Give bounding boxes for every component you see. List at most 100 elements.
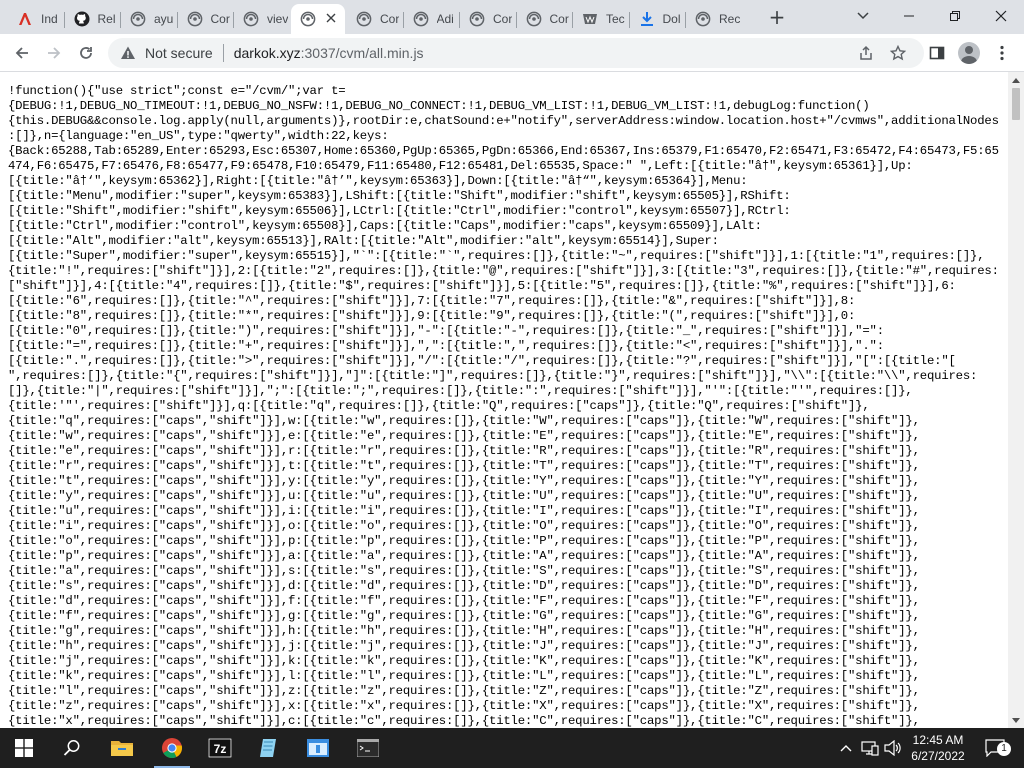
code-line: :[]},n={language:"en_US",type:"qwerty",w… xyxy=(8,129,389,143)
tab-title: Ind xyxy=(41,12,58,26)
code-line: {title:"x",requires:["caps","shift"]}],c… xyxy=(8,714,920,728)
reload-icon xyxy=(80,47,92,59)
code-line: [{title:"8",requires:[]},{title:"*",requ… xyxy=(8,309,856,323)
code-line: {title:"i",requires:["caps","shift"]}],o… xyxy=(8,519,920,533)
chrome-app[interactable] xyxy=(148,728,196,768)
code-line: {DEBUG:!1,DEBUG_NO_TIMEOUT:!1,DEBUG_NO_N… xyxy=(8,99,870,113)
browser-tab[interactable]: Rec xyxy=(686,4,741,34)
7zip-app[interactable]: 7z xyxy=(196,728,244,768)
network-button[interactable] xyxy=(858,728,882,768)
code-line: {Back:65288,Tab:65289,Enter:65293,Esc:65… xyxy=(8,144,999,158)
browser-tab[interactable]: Cor xyxy=(460,4,515,34)
url-text[interactable]: darkok.xyz:3037/cvm/all.min.js xyxy=(234,45,424,61)
browser-tab[interactable]: viev xyxy=(234,4,289,34)
browser-tab[interactable]: Ind xyxy=(8,4,63,34)
code-line: !function(){"use strict";const e="/cvm/"… xyxy=(8,84,346,98)
source-code: !function(){"use strict";const e="/cvm/"… xyxy=(8,84,1008,728)
browser-tab[interactable]: Cor xyxy=(178,4,233,34)
browser-tab[interactable]: Cor xyxy=(517,4,572,34)
back-arrow-icon xyxy=(15,47,28,59)
globe-icon xyxy=(243,11,259,27)
restore-icon xyxy=(950,11,960,21)
code-line: {title:"y",requires:["caps","shift"]}],u… xyxy=(8,489,920,503)
browser-tab[interactable]: Cor xyxy=(347,4,402,34)
code-line: [{title:"Menu",modifier:"super",keysym:6… xyxy=(8,189,791,203)
browser-tab[interactable]: Tec xyxy=(573,4,628,34)
tab-title: Rel xyxy=(97,12,116,26)
browser-tab[interactable]: Dol xyxy=(630,4,685,34)
globe-icon xyxy=(526,11,542,27)
new-tab-button[interactable]: + xyxy=(766,7,788,29)
share-button[interactable] xyxy=(858,45,874,61)
page-content: !function(){"use strict";const e="/cvm/"… xyxy=(0,72,1008,728)
bookmark-button[interactable] xyxy=(890,45,906,61)
taskbar-search-button[interactable] xyxy=(48,728,96,768)
tab-title: Adi xyxy=(436,12,454,26)
security-status-label[interactable]: Not secure xyxy=(145,45,213,61)
forward-button[interactable] xyxy=(40,39,68,67)
code-line: {title:"q",requires:["caps","shift"]}],w… xyxy=(8,414,920,428)
code-line: {title:"h",requires:["caps","shift"]}],j… xyxy=(8,639,920,653)
github-icon xyxy=(74,11,90,27)
scroll-thumb[interactable] xyxy=(1012,88,1020,120)
browser-tab[interactable]: ayu xyxy=(121,4,176,34)
tab-title: Tec xyxy=(606,12,625,26)
code-line: {title:"z",requires:["caps","shift"]}],x… xyxy=(8,699,920,713)
restore-button[interactable] xyxy=(932,3,978,29)
forward-arrow-icon xyxy=(48,47,61,59)
search-icon xyxy=(63,740,80,756)
window-app[interactable] xyxy=(294,728,342,768)
tab-title: Dol xyxy=(662,12,681,26)
close-tab-button[interactable] xyxy=(323,11,339,27)
code-line: {title:"!",requires:["shift"]}],2:[{titl… xyxy=(8,264,999,278)
close-icon xyxy=(326,13,336,23)
show-hidden-icons-button[interactable] xyxy=(836,728,856,768)
svg-text:7z: 7z xyxy=(214,742,227,756)
chrome-icon xyxy=(162,738,183,758)
warning-icon[interactable] xyxy=(120,45,136,61)
file-explorer-app[interactable] xyxy=(98,728,146,768)
start-button[interactable] xyxy=(0,728,48,768)
code-line: {title:"e",requires:["caps","shift"]}],r… xyxy=(8,444,920,458)
url-host: darkok.xyz xyxy=(233,45,301,61)
omnibox-divider xyxy=(222,44,224,62)
minimize-icon xyxy=(904,15,914,17)
browser-toolbar: Not secure darkok.xyz:3037/cvm/all.min.j… xyxy=(0,34,1024,72)
browser-tab[interactable] xyxy=(290,4,345,34)
terminal-app[interactable] xyxy=(344,728,392,768)
browser-tab[interactable]: Rel xyxy=(65,4,120,34)
globe-icon xyxy=(469,11,485,27)
triangle-up-icon xyxy=(1012,77,1020,83)
code-line: [{title:"Shift",modifier:"shift",keysym:… xyxy=(8,204,791,218)
scroll-up-button[interactable] xyxy=(1008,72,1024,88)
code-line: [{title:".",requires:[]},{title:">",requ… xyxy=(8,354,956,368)
side-panel-button[interactable] xyxy=(923,39,951,67)
tab-search-button[interactable] xyxy=(840,3,886,29)
address-bar[interactable]: Not secure darkok.xyz:3037/cvm/all.min.j… xyxy=(108,38,924,68)
code-line: {title:"f",requires:["caps","shift"]}],g… xyxy=(8,609,920,623)
clock-date: 6/27/2022 xyxy=(911,749,965,763)
profile-button[interactable] xyxy=(955,39,983,67)
window-app-icon xyxy=(307,739,329,757)
notifications-button[interactable]: 1 xyxy=(980,728,1011,768)
windows-logo-icon xyxy=(15,739,33,757)
reload-button[interactable] xyxy=(72,39,100,67)
back-button[interactable] xyxy=(8,39,36,67)
menu-button[interactable] xyxy=(988,39,1016,67)
browser-tab[interactable]: Adi xyxy=(404,4,459,34)
clock[interactable]: 12:45 AM 6/27/2022 xyxy=(900,732,976,764)
tab-title: Cor xyxy=(210,12,230,26)
code-line: {title:"w",requires:["caps","shift"]}],e… xyxy=(8,429,920,443)
tab-title: Rec xyxy=(719,12,741,26)
notepad-app[interactable] xyxy=(244,728,292,768)
code-line: {title:"l",requires:["caps","shift"]}],z… xyxy=(8,684,920,698)
scroll-down-button[interactable] xyxy=(1008,712,1024,728)
code-line: {title:'"',requires:["shift"]}],q:[{titl… xyxy=(8,399,870,413)
minimize-button[interactable] xyxy=(886,3,932,29)
vertical-scrollbar[interactable] xyxy=(1008,72,1024,728)
notification-count-badge: 1 xyxy=(997,742,1011,756)
7zip-icon: 7z xyxy=(208,738,232,758)
code-line: {title:"a",requires:["caps","shift"]}],s… xyxy=(8,564,920,578)
close-window-button[interactable] xyxy=(978,3,1024,29)
tab-title: viev xyxy=(267,12,289,26)
